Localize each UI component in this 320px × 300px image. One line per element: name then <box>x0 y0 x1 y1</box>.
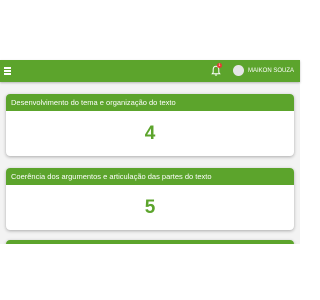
card-title: Coerência dos argumentos e articulação d… <box>6 168 294 185</box>
avatar[interactable] <box>233 65 244 76</box>
notification-badge: 1 <box>217 63 222 68</box>
score-card: Coerência dos argumentos e articulação d… <box>6 168 294 230</box>
score-card: Desenvolvimento do tema e organização do… <box>6 94 294 156</box>
page-background <box>0 244 300 300</box>
user-name[interactable]: MAIKON SOUZA <box>248 60 294 82</box>
card-score: 4 <box>144 123 156 144</box>
content-area[interactable]: Desenvolvimento do tema e organização do… <box>0 82 300 244</box>
menu-icon[interactable] <box>4 65 13 77</box>
card-score: 5 <box>144 197 156 218</box>
card-title: Desenvolvimento do tema e organização do… <box>6 94 294 111</box>
